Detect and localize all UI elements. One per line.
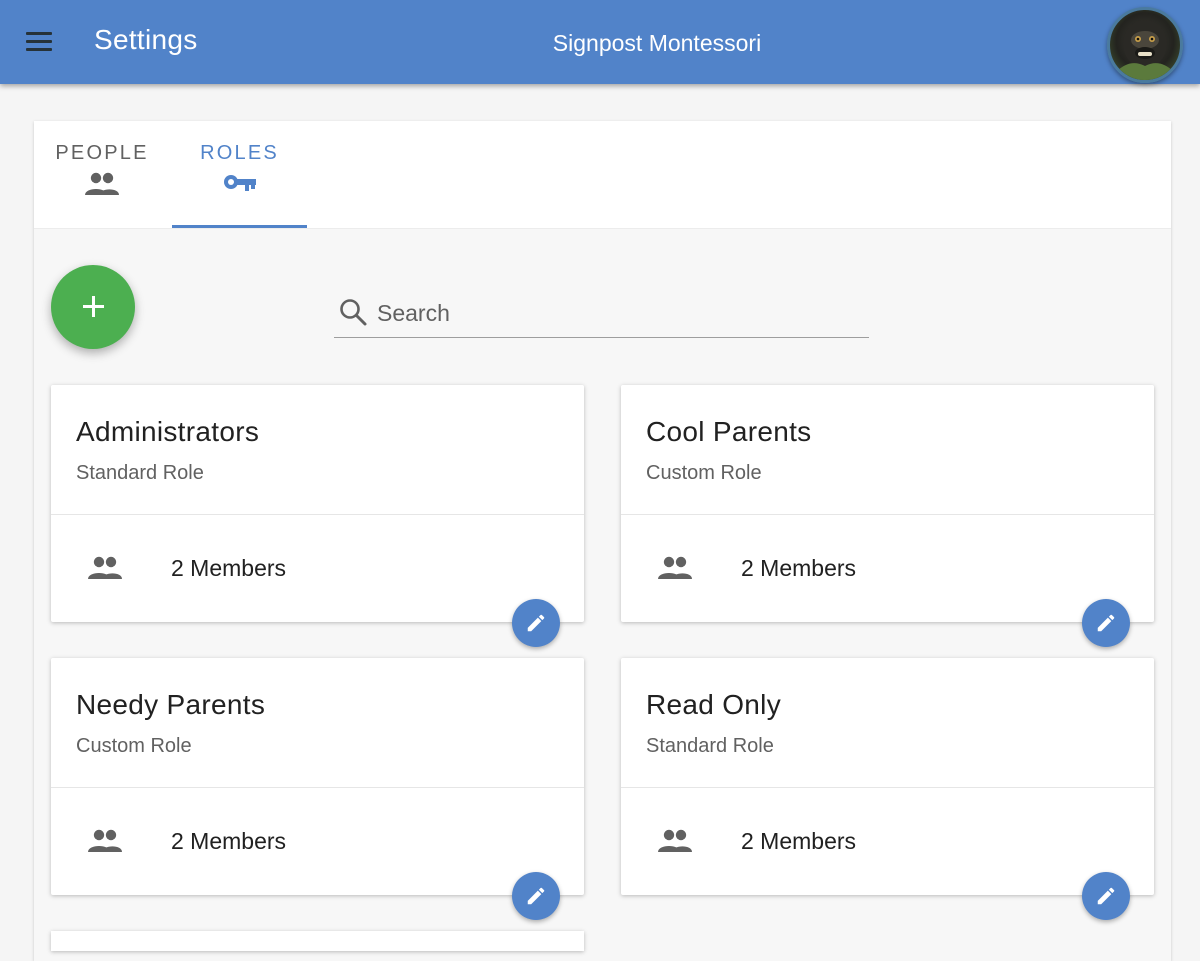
role-name: Read Only [646,689,781,720]
pencil-icon [527,614,545,632]
role-card[interactable]: Cool Parents Custom Role 2 Members [621,385,1154,647]
role-name: Cool Parents [646,416,812,447]
card-divider [621,514,1154,515]
people-icon [85,172,119,195]
group-icon [658,556,692,579]
role-name: Needy Parents [76,689,266,720]
group-icon [88,556,122,579]
avatar-image [1116,20,1174,80]
search-icon [340,299,367,326]
page-title: Settings [94,24,198,55]
add-role-button[interactable] [51,265,135,349]
user-avatar[interactable] [1107,7,1183,83]
key-icon [223,175,256,191]
tab-roles[interactable]: ROLES [172,121,307,229]
tab-people[interactable]: PEOPLE [34,121,170,229]
role-card[interactable]: Administrators Standard Role 2 Members [51,385,584,647]
pencil-icon [527,887,545,905]
role-card-partial[interactable] [51,931,584,951]
group-icon [88,829,122,852]
role-name: Administrators [76,416,260,447]
menu-icon[interactable] [24,30,54,54]
role-type: Standard Role [76,462,204,484]
pencil-icon [1097,614,1115,632]
edit-role-button[interactable] [1082,872,1130,920]
role-type: Custom Role [646,462,762,484]
search-input[interactable] [377,297,857,329]
card-divider [621,787,1154,788]
pencil-icon [1097,887,1115,905]
role-card[interactable]: Read Only Standard Role 2 Members [621,658,1154,920]
member-count: 2 Members [741,828,857,854]
search-bar [334,291,869,338]
active-tab-indicator [172,225,307,228]
role-card[interactable]: Needy Parents Custom Role 2 Members [51,658,584,920]
tab-roles-label: ROLES [200,142,279,164]
group-icon [658,829,692,852]
tab-bar: PEOPLE ROLES [34,121,1171,229]
member-count: 2 Members [171,555,287,581]
card-divider [51,514,584,515]
edit-role-button[interactable] [512,599,560,647]
member-count: 2 Members [741,555,857,581]
member-count: 2 Members [171,828,287,854]
edit-role-button[interactable] [512,872,560,920]
edit-role-button[interactable] [1082,599,1130,647]
role-type: Custom Role [76,735,192,757]
app-bar: Settings Signpost Montessori [0,0,1200,84]
role-type: Standard Role [646,735,774,757]
card-divider [51,787,584,788]
tab-people-label: PEOPLE [55,142,149,164]
